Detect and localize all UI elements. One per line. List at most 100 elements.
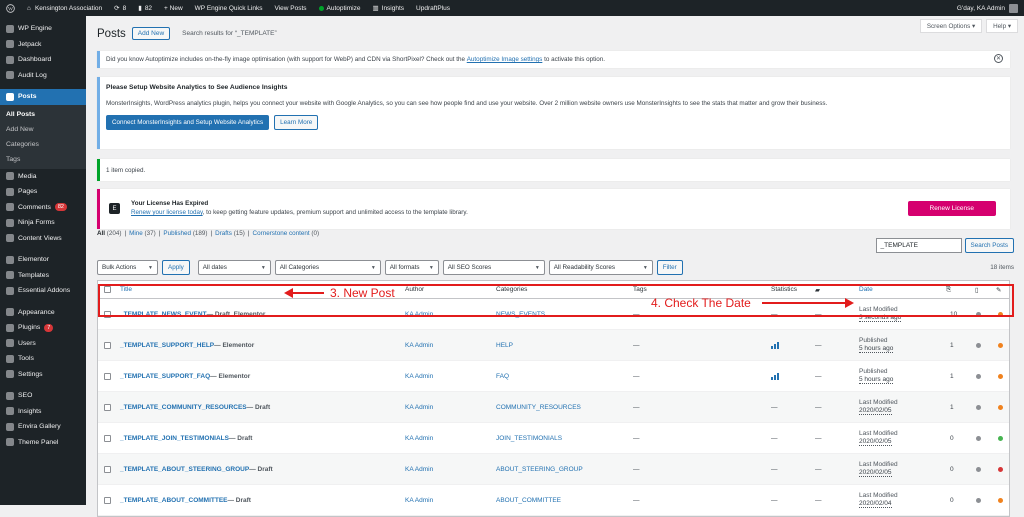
wp-engine-quick-links[interactable]: WP Engine Quick Links [189, 0, 269, 16]
renew-license-link[interactable]: Renew your license today [131, 209, 203, 216]
apply-button[interactable]: Apply [162, 260, 190, 275]
post-title-cell: _TEMPLATE_SUPPORT_HELP — Elementor [120, 330, 254, 360]
row-checkbox[interactable] [104, 465, 111, 473]
post-title-cell: _TEMPLATE_ABOUT_STEERING_GROUP — Draft [120, 454, 273, 484]
post-links-count: 1 [950, 403, 954, 411]
my-account[interactable]: G'day, KA Admin [957, 3, 1024, 13]
row-checkbox[interactable] [104, 372, 111, 380]
menu-essential-addons[interactable]: Essential Addons [0, 283, 86, 299]
new-content-link[interactable]: + New [158, 0, 189, 16]
learn-more-button[interactable]: Learn More [274, 115, 319, 130]
menu-appearance[interactable]: Appearance [0, 305, 86, 321]
post-state: — Draft, Elementor [206, 310, 266, 318]
renew-license-button[interactable]: Renew License [907, 201, 996, 216]
post-author-link[interactable]: KA Admin [405, 361, 433, 391]
post-category-link[interactable]: FAQ [496, 361, 509, 391]
bulk-actions-select[interactable]: Bulk Actions ▼ [97, 260, 158, 275]
post-category-link[interactable]: JOIN_TESTIMONIALS [496, 423, 562, 453]
menu-pages[interactable]: Pages [0, 184, 86, 200]
table-row: _TEMPLATE_SUPPORT_FAQ — Elementor KA Admi… [98, 361, 1009, 392]
site-name-link[interactable]: ⌂ Kensington Association [21, 0, 108, 16]
post-category-link[interactable]: ABOUT_COMMITTEE [496, 485, 561, 515]
updates-link[interactable]: ⟳ 8 [108, 0, 132, 16]
add-new-button[interactable]: Add New [131, 27, 171, 40]
readability-select[interactable]: All Readability Scores ▼ [548, 260, 653, 275]
column-title[interactable]: Title [120, 281, 132, 298]
connect-monsterinsights-button[interactable]: Connect MonsterInsights and Setup Websit… [106, 115, 270, 130]
dates-select[interactable]: All dates ▼ [197, 260, 271, 275]
menu-templates[interactable]: Templates [0, 268, 86, 284]
menu-ninja-forms[interactable]: Ninja Forms [0, 215, 86, 231]
post-title-link[interactable]: _TEMPLATE_SUPPORT_FAQ [120, 373, 210, 380]
view-mine[interactable]: Mine (37) [129, 230, 156, 237]
menu-content-views[interactable]: Content Views [0, 231, 86, 247]
menu-users[interactable]: Users [0, 336, 86, 352]
menu-posts[interactable]: Posts [0, 89, 86, 105]
search-posts-button[interactable]: Search Posts [964, 238, 1014, 253]
filter-button[interactable]: Filter [656, 260, 683, 275]
post-author-link[interactable]: KA Admin [405, 454, 433, 484]
menu-elementor[interactable]: Elementor [0, 252, 86, 268]
menu-media[interactable]: Media [0, 169, 86, 185]
menu-insights[interactable]: Insights [0, 404, 86, 420]
post-category-link[interactable]: COMMUNITY_RESOURCES [496, 392, 581, 422]
help-button[interactable]: Help ▾ [986, 19, 1018, 33]
menu-tools[interactable]: Tools [0, 351, 86, 367]
post-author-link[interactable]: KA Admin [405, 392, 433, 422]
row-checkbox[interactable] [104, 403, 111, 411]
autoptimize-image-settings-link[interactable]: Autoptimize Image settings [467, 56, 543, 63]
view-posts-link[interactable]: View Posts [268, 0, 312, 16]
view-drafts[interactable]: Drafts (15) [215, 230, 245, 237]
post-title-link[interactable]: _TEMPLATE_NEWS_EVENT [120, 311, 207, 318]
statistics-chart-icon[interactable] [771, 341, 779, 349]
select-all-checkbox[interactable] [104, 286, 111, 293]
menu-plugins[interactable]: Plugins 7 [0, 320, 86, 336]
submenu-all-posts[interactable]: All Posts [0, 107, 86, 122]
post-title-link[interactable]: _TEMPLATE_ABOUT_COMMITTEE [120, 497, 228, 504]
post-category-link[interactable]: ABOUT_STEERING_GROUP [496, 454, 583, 484]
menu-jetpack[interactable]: Jetpack [0, 37, 86, 53]
screen-options-button[interactable]: Screen Options ▾ [919, 19, 983, 33]
menu-seo[interactable]: SEO [0, 388, 86, 404]
row-checkbox[interactable] [104, 310, 111, 318]
menu-dashboard[interactable]: Dashboard [0, 52, 86, 68]
seo-scores-select[interactable]: All SEO Scores ▼ [442, 260, 545, 275]
post-author-link[interactable]: KA Admin [405, 330, 433, 360]
search-input[interactable]: _TEMPLATE [875, 238, 962, 253]
post-author-link[interactable]: KA Admin [405, 485, 433, 515]
insights-link[interactable]: ▥ Insights [366, 0, 410, 16]
submenu-add-new[interactable]: Add New [0, 122, 86, 137]
menu-envira-gallery[interactable]: Envira Gallery [0, 419, 86, 435]
post-title-link[interactable]: _TEMPLATE_COMMUNITY_RESOURCES [120, 404, 247, 411]
post-author-link[interactable]: KA Admin [405, 299, 433, 329]
post-title-link[interactable]: _TEMPLATE_JOIN_TESTIMONIALS [120, 435, 229, 442]
updraftplus-link[interactable]: UpdraftPlus [410, 0, 456, 16]
post-title-link[interactable]: _TEMPLATE_ABOUT_STEERING_GROUP [120, 466, 249, 473]
column-date[interactable]: Date [859, 281, 873, 298]
statistics-chart-icon[interactable] [771, 372, 779, 380]
post-author-link[interactable]: KA Admin [405, 423, 433, 453]
row-checkbox[interactable] [104, 496, 111, 504]
post-category-link[interactable]: HELP [496, 330, 513, 360]
row-checkbox[interactable] [104, 341, 111, 349]
post-category-link[interactable]: NEWS_EVENTS [496, 299, 545, 329]
menu-settings[interactable]: Settings [0, 367, 86, 383]
menu-audit-log[interactable]: Audit Log [0, 68, 86, 84]
dismiss-icon[interactable]: ✕ [994, 54, 1003, 63]
post-title-link[interactable]: _TEMPLATE_SUPPORT_HELP [120, 342, 214, 349]
avatar [1009, 3, 1018, 13]
comments-link[interactable]: ▮ 82 [132, 0, 158, 16]
categories-select[interactable]: All Categories ▼ [274, 260, 381, 275]
menu-theme-panel[interactable]: Theme Panel [0, 435, 86, 451]
row-checkbox[interactable] [104, 434, 111, 442]
menu-wp-engine[interactable]: WP Engine [0, 21, 86, 37]
view-cornerstone[interactable]: Cornerstone content (0) [253, 230, 320, 237]
submenu-categories[interactable]: Categories [0, 137, 86, 152]
formats-select[interactable]: All formats ▼ [384, 260, 439, 275]
autoptimize-link[interactable]: Autoptimize [313, 0, 367, 16]
view-all[interactable]: All (204) [97, 230, 122, 237]
view-published[interactable]: Published (189) [163, 230, 207, 237]
wordpress-logo-icon[interactable]: W [0, 0, 21, 16]
submenu-tags[interactable]: Tags [0, 152, 86, 167]
menu-comments[interactable]: Comments 82 [0, 200, 86, 216]
